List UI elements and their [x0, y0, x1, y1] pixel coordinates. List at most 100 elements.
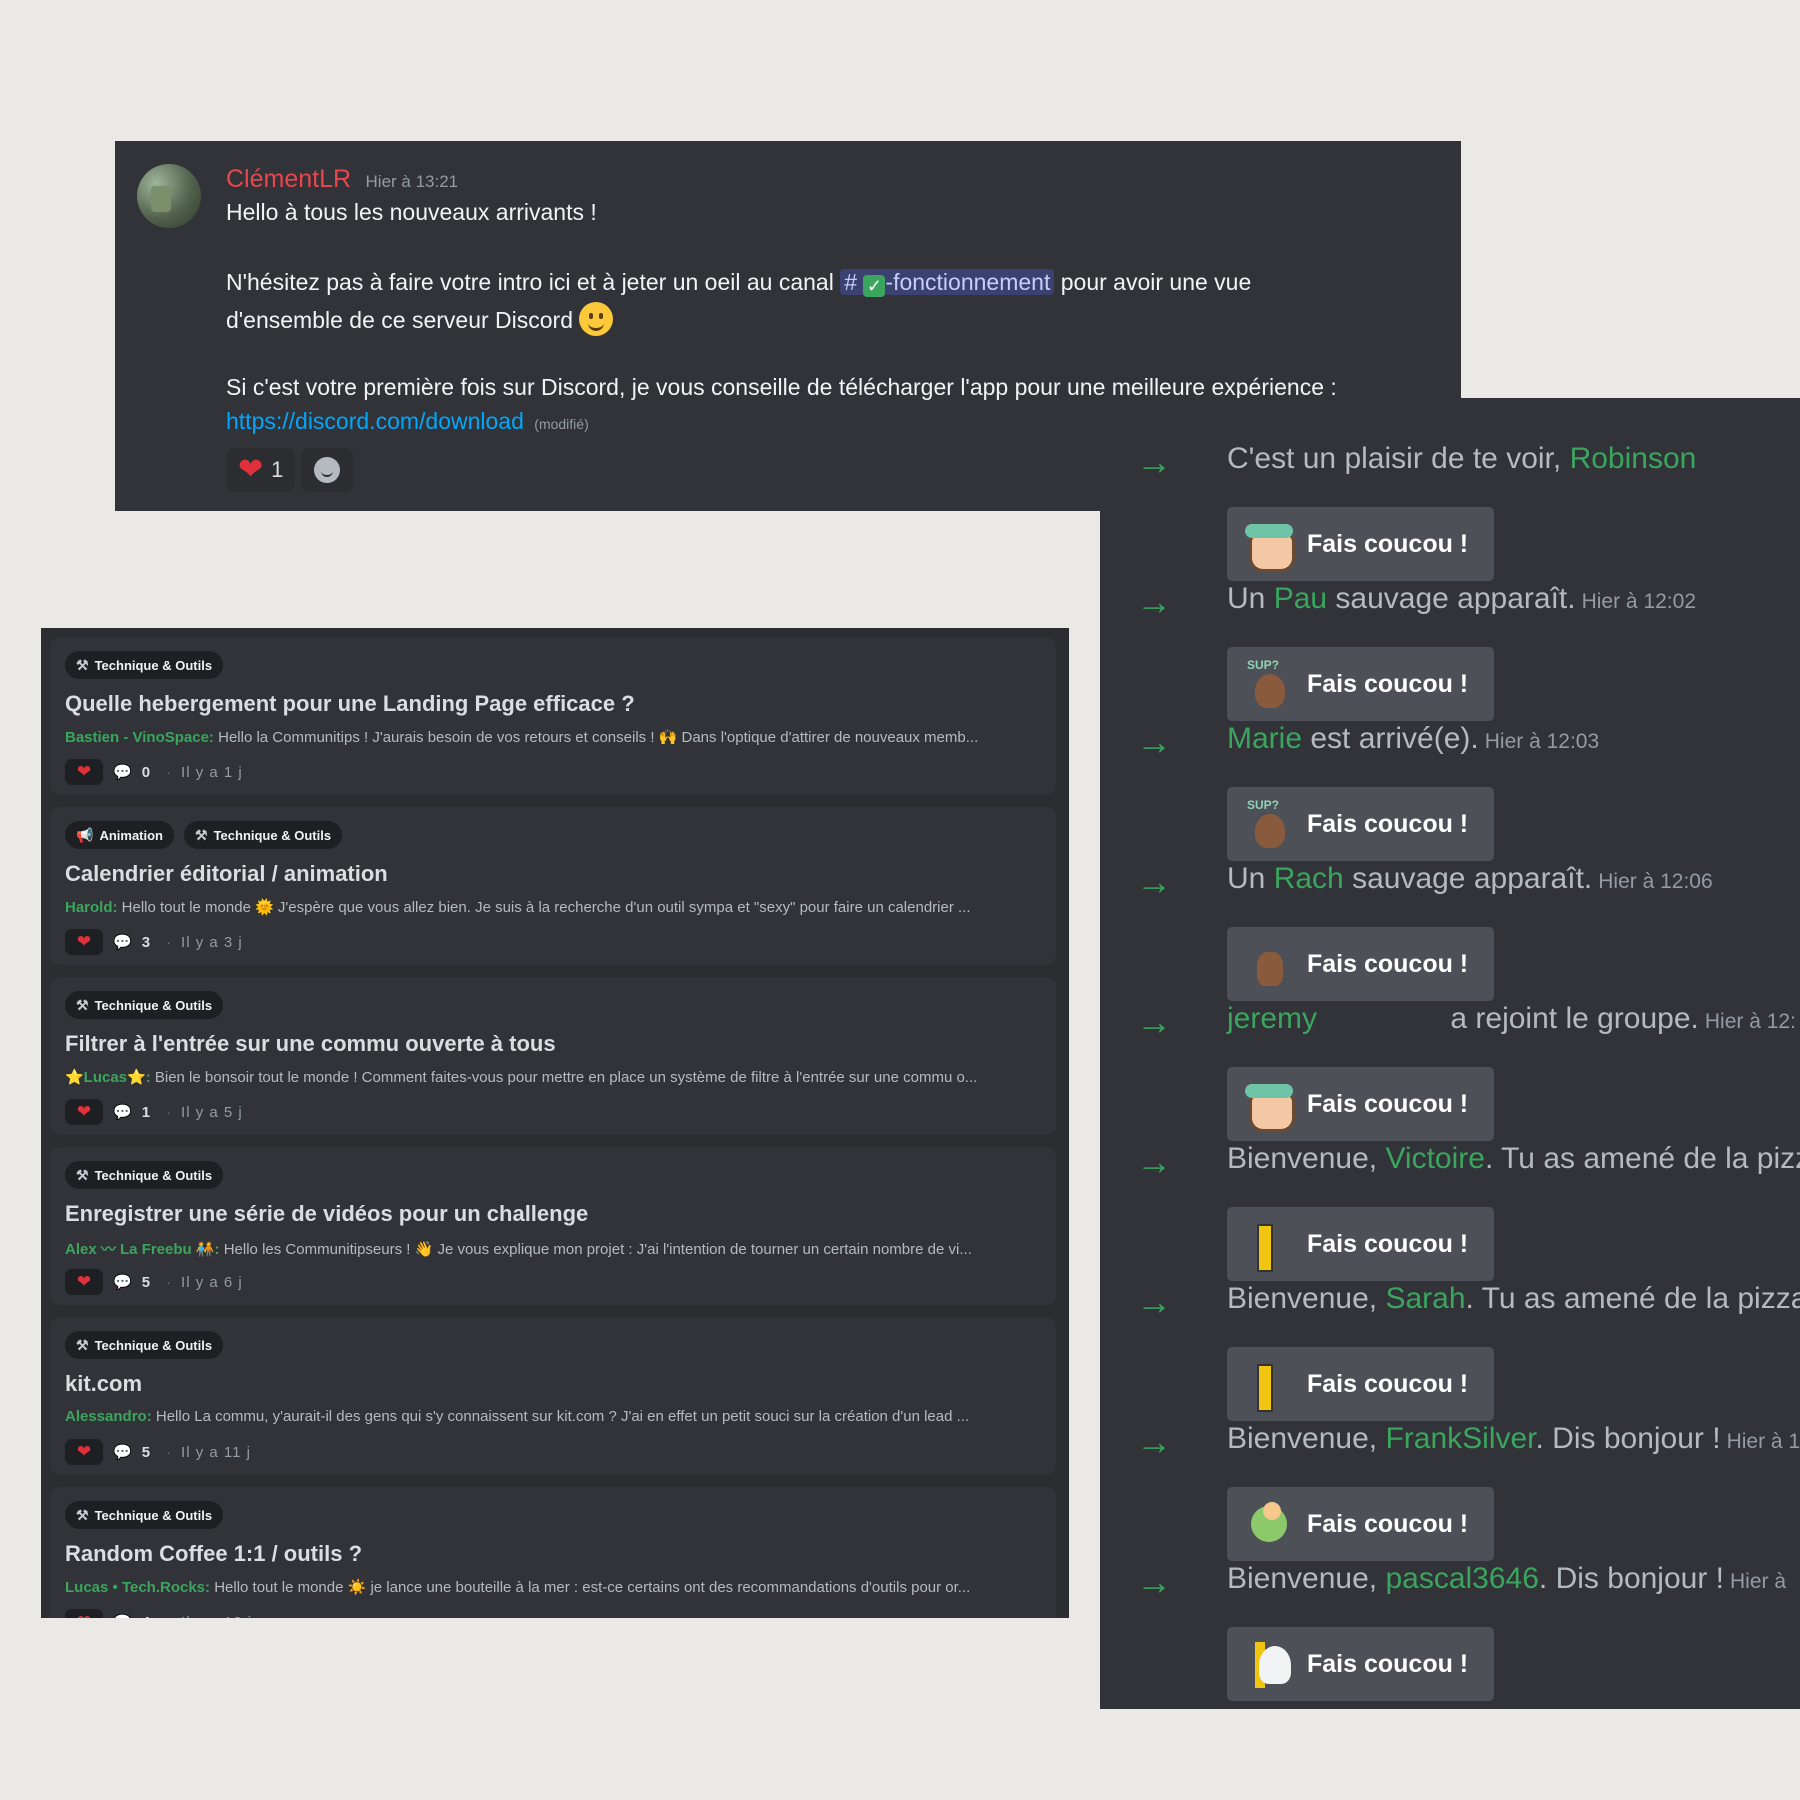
bar-sticker-icon — [1243, 1218, 1295, 1272]
add-reaction-button[interactable] — [301, 448, 354, 492]
heart-reaction-button[interactable]: ❤ — [65, 759, 103, 785]
join-username[interactable]: jeremy — [1227, 1002, 1317, 1035]
comment-bubble-icon: 💬 — [113, 1444, 132, 1461]
join-username[interactable]: pascal3646 — [1385, 1562, 1538, 1595]
post-tags: ⚒ Technique & Outils — [65, 1161, 224, 1189]
hammer-pick-icon: ⚒ — [76, 1166, 89, 1183]
heart-reaction-button[interactable]: ❤ — [65, 1269, 103, 1295]
reaction-bar: ❤ 1 — [226, 448, 354, 492]
comment-bubble-icon: 💬 — [113, 1104, 132, 1121]
wave-button-label: Fais coucou ! — [1307, 669, 1469, 698]
join-message: → Bienvenue, pascal3646. Dis bonjour ! Hi… — [1100, 1550, 1800, 1701]
join-text-end: sauvage apparaît. — [1343, 862, 1593, 895]
post-author[interactable]: Alex 〰 La Freebu 🧑‍🤝‍🧑: — [65, 1241, 220, 1258]
heart-reaction-button[interactable]: ❤ — [65, 1099, 103, 1125]
post-preview: Harold: Hello tout le monde 🌞 J'espère q… — [65, 898, 1050, 916]
wave-button[interactable]: Fais coucou ! — [1227, 1627, 1494, 1701]
post-meta: ❤ 💬 5 · Il y a 6 j — [65, 1269, 243, 1295]
join-username[interactable]: Victoire — [1385, 1142, 1485, 1175]
smile-emoji-icon — [579, 302, 614, 336]
heart-reaction-button[interactable]: ❤ — [65, 929, 103, 955]
bag-sticker-icon — [1243, 938, 1295, 990]
message-line-5: https://discord.com/download (modifié) — [226, 408, 589, 435]
join-text-start: Bienvenue, — [1227, 1562, 1386, 1595]
join-username[interactable]: Sarah — [1385, 1282, 1465, 1315]
post-meta: ❤ 💬 3 · Il y a 3 j — [65, 929, 243, 955]
forum-post[interactable]: ⚒ Technique & Outils Random Coffee 1:1 /… — [50, 1487, 1056, 1618]
join-text: Bienvenue, Sarah. Tu as amené de la pizz… — [1227, 1282, 1800, 1316]
forum-post[interactable]: ⚒ Technique & Outils Quelle hebergement … — [50, 637, 1056, 795]
join-username[interactable]: Rach — [1274, 862, 1344, 895]
wave-hand-sticker-icon — [1243, 518, 1295, 572]
post-meta: ❤ 💬 4 · Il y a 12 j — [65, 1609, 252, 1618]
join-text-start: C'est un plaisir de te voir, — [1227, 442, 1570, 475]
join-text-end: . Tu as amené de la pizza, — [1465, 1282, 1800, 1315]
join-message: → Marie est arrivé(e).Hier à 12:03 Fais … — [1100, 710, 1800, 861]
post-title[interactable]: Random Coffee 1:1 / outils ? — [65, 1541, 362, 1567]
post-preview-text: Hello les Communitipseurs ! 👋 Je vous ex… — [219, 1241, 972, 1258]
separator-dot: · — [166, 763, 172, 781]
heart-icon: ❤ — [76, 1442, 92, 1461]
heart-reaction-button[interactable]: ❤ — [65, 1439, 103, 1465]
post-author[interactable]: Harold: — [65, 899, 118, 916]
forum-post[interactable]: 📢 Animation ⚒ Technique & Outils Calendr… — [50, 807, 1056, 965]
join-username[interactable]: Marie — [1227, 722, 1302, 755]
heart-reaction-button[interactable]: ❤ — [65, 1609, 103, 1618]
download-link[interactable]: https://discord.com/download — [226, 408, 524, 434]
post-title[interactable]: Quelle hebergement pour une Landing Page… — [65, 691, 635, 717]
channel-mention-label: -fonctionnement — [885, 269, 1051, 295]
post-tags: ⚒ Technique & Outils — [65, 1331, 224, 1359]
post-author[interactable]: ⭐Lucas⭐: — [65, 1069, 151, 1086]
post-author[interactable]: Alessandro: — [65, 1408, 152, 1425]
join-message: → Un Rach sauvage apparaît. Hier à 12:06 … — [1100, 850, 1800, 1001]
post-author[interactable]: Bastien - VinoSpace: — [65, 729, 214, 746]
post-preview-text: Bien le bonsoir tout le monde ! Comment … — [150, 1069, 978, 1086]
join-username[interactable]: Pau — [1274, 582, 1327, 615]
join-text-end: sauvage apparaît. — [1327, 582, 1576, 615]
post-title[interactable]: kit.com — [65, 1371, 142, 1397]
post-tags: ⚒ Technique & Outils — [65, 1501, 224, 1529]
checkmark-icon: ✓ — [863, 275, 886, 297]
add-reaction-icon — [314, 457, 341, 483]
forum-post[interactable]: ⚒ Technique & Outils Filtrer à l'entrée … — [50, 977, 1056, 1135]
forum-post[interactable]: ⚒ Technique & Outils Enregistrer une sér… — [50, 1147, 1056, 1305]
post-title[interactable]: Filtrer à l'entrée sur une commu ouverte… — [65, 1031, 556, 1057]
wave-button-label: Fais coucou ! — [1307, 1509, 1469, 1538]
avatar[interactable] — [137, 164, 201, 228]
post-age: Il y a 5 j — [181, 1103, 243, 1121]
message-author[interactable]: ClémentLR — [226, 165, 351, 193]
join-text-end: . Dis bonjour ! — [1538, 1562, 1725, 1595]
wave-button-label: Fais coucou ! — [1307, 809, 1469, 838]
message-line-3: d'ensemble de ce serveur Discord — [226, 302, 614, 336]
message-line-2: N'hésitez pas à faire votre intro ici et… — [226, 269, 1251, 297]
join-message: → Bienvenue, Sarah. Tu as amené de la pi… — [1100, 1270, 1800, 1421]
channel-mention[interactable]: # ✓ -fonctionnement — [840, 269, 1055, 297]
bar-sticker-icon — [1243, 1358, 1295, 1412]
separator-dot: · — [166, 1614, 171, 1619]
forum-post[interactable]: ⚒ Technique & Outils kit.com Alessandro:… — [50, 1317, 1056, 1475]
wave-button-label: Fais coucou ! — [1307, 1229, 1469, 1258]
post-author[interactable]: Lucas • Tech.Rocks: — [65, 1579, 210, 1596]
separator-dot: · — [166, 1103, 172, 1121]
post-meta: ❤ 💬 5 · Il y a 11 j — [65, 1439, 251, 1465]
join-timestamp: Hier à — [1730, 1570, 1787, 1593]
join-text-start: Bienvenue, — [1227, 1282, 1386, 1315]
join-text: C'est un plaisir de te voir, Robinson — [1227, 442, 1702, 476]
join-timestamp: Hier à 12:02 — [1581, 590, 1696, 613]
join-username[interactable]: FrankSilver — [1385, 1422, 1535, 1455]
separator-dot: · — [166, 1273, 172, 1291]
wave-button-label: Fais coucou ! — [1307, 529, 1469, 558]
post-preview-text: Hello la Communitips ! J'aurais besoin d… — [213, 729, 979, 746]
join-message: → Un Pau sauvage apparaît.Hier à 12:02 F… — [1100, 570, 1800, 721]
post-title[interactable]: Enregistrer une série de vidéos pour un … — [65, 1201, 588, 1227]
join-message: → Bienvenue, Victoire. Tu as amené de la… — [1100, 1130, 1800, 1281]
heart-icon: ❤ — [238, 453, 264, 486]
hammer-pick-icon: ⚒ — [76, 656, 89, 673]
heart-reaction[interactable]: ❤ 1 — [226, 448, 296, 492]
post-age: Il y a 6 j — [181, 1273, 243, 1291]
post-title[interactable]: Calendrier éditorial / animation — [65, 861, 388, 887]
join-username[interactable]: Robinson — [1570, 442, 1697, 475]
heart-icon: ❤ — [76, 1102, 92, 1121]
separator-dot: · — [166, 1443, 172, 1461]
forum-post-list: ⚒ Technique & Outils Quelle hebergement … — [41, 628, 1069, 1618]
